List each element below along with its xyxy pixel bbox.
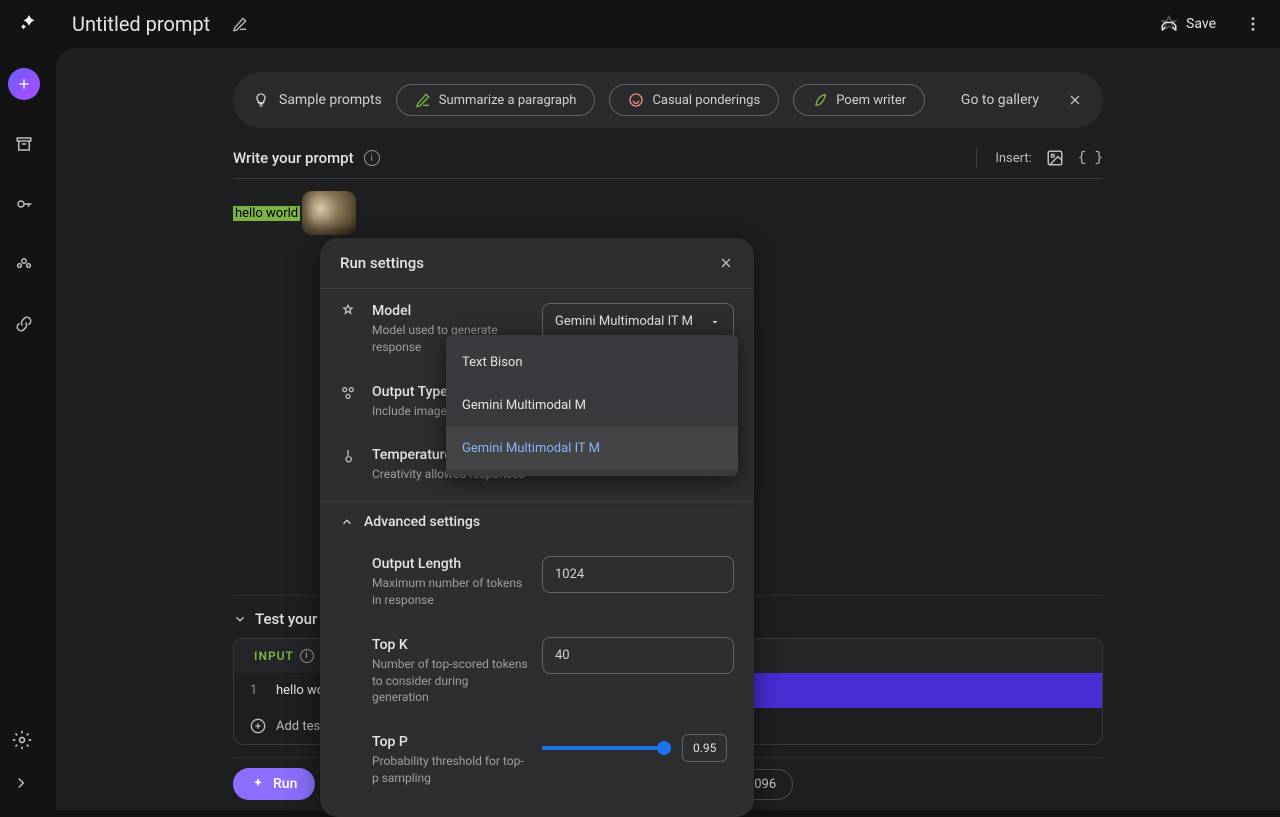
archive-icon[interactable] [8,128,40,160]
topk-input[interactable]: 40 [542,637,734,674]
people-icon[interactable] [8,248,40,280]
insert-label: Insert: [995,151,1031,166]
gallery-link[interactable]: Go to gallery [961,92,1039,108]
save-label: Save [1186,16,1216,32]
run-settings-modal: Run settings Model Model used to generat… [320,238,754,817]
topk-sub: Number of top-scored tokens to consider … [372,656,528,706]
app-logo [18,13,40,35]
model-dropdown: Text Bison Gemini Multimodal M Gemini Mu… [446,335,738,476]
close-samples-icon[interactable] [1067,92,1083,108]
modal-title: Run settings [340,254,424,272]
output-length-input[interactable]: 1024 [542,556,734,593]
topp-sub: Probability threshold for top-p sampling [372,753,528,787]
prompt-image-thumbnail[interactable] [302,191,356,235]
chevron-down-icon [709,316,721,328]
sample-chip-poem[interactable]: Poem writer [793,84,925,116]
model-setting-title: Model [372,303,528,319]
prompt-heading: Write your prompt [233,149,354,167]
new-prompt-button[interactable] [8,68,40,100]
model-select-value: Gemini Multimodal IT M [555,314,693,329]
prompt-variable-text[interactable]: hello world [233,206,300,221]
page-title: Untitled prompt [72,12,210,36]
topk-title: Top K [372,637,528,653]
top-bar: Untitled prompt Save [0,0,1280,48]
sample-prompts-bar: Sample prompts Summarize a paragraph Cas… [233,72,1103,128]
dropdown-item[interactable]: Gemini Multimodal M [446,384,738,427]
more-menu-icon[interactable] [1244,15,1262,33]
expand-rail-icon[interactable] [12,774,30,792]
row-input-value: hello wo [276,683,324,698]
sample-prompts-label: Sample prompts [253,92,382,108]
row-index: 1 [250,683,262,698]
chip-label: Casual ponderings [652,93,760,108]
output-length-title: Output Length [372,556,528,572]
run-button[interactable]: Run [233,768,315,800]
chip-label: Poem writer [836,93,906,108]
output-length-sub: Maximum number of tokens in response [372,575,528,609]
dropdown-item[interactable]: Text Bison [446,341,738,384]
sample-chip-summarize[interactable]: Summarize a paragraph [396,84,596,116]
edit-title-icon[interactable] [232,16,248,32]
left-rail [0,48,48,810]
advanced-settings-toggle[interactable]: Advanced settings [320,502,754,542]
info-icon[interactable]: i [364,150,380,166]
sample-chip-casual[interactable]: Casual ponderings [609,84,779,116]
insert-image-icon[interactable] [1046,149,1064,167]
settings-icon[interactable] [12,730,32,750]
dropdown-item-selected[interactable]: Gemini Multimodal IT M [446,427,738,470]
topp-value[interactable]: 0.95 [682,734,727,762]
key-icon[interactable] [8,188,40,220]
close-modal-icon[interactable] [718,255,734,271]
link-icon[interactable] [8,308,40,340]
insert-variable-icon[interactable]: { } [1078,150,1103,166]
temperature-icon [340,448,358,464]
topp-title: Top P [372,734,528,750]
model-icon [340,304,358,320]
topp-slider[interactable] [542,746,670,750]
chip-label: Summarize a paragraph [439,93,577,108]
save-button[interactable]: Save [1160,15,1216,33]
output-type-icon [340,385,358,401]
